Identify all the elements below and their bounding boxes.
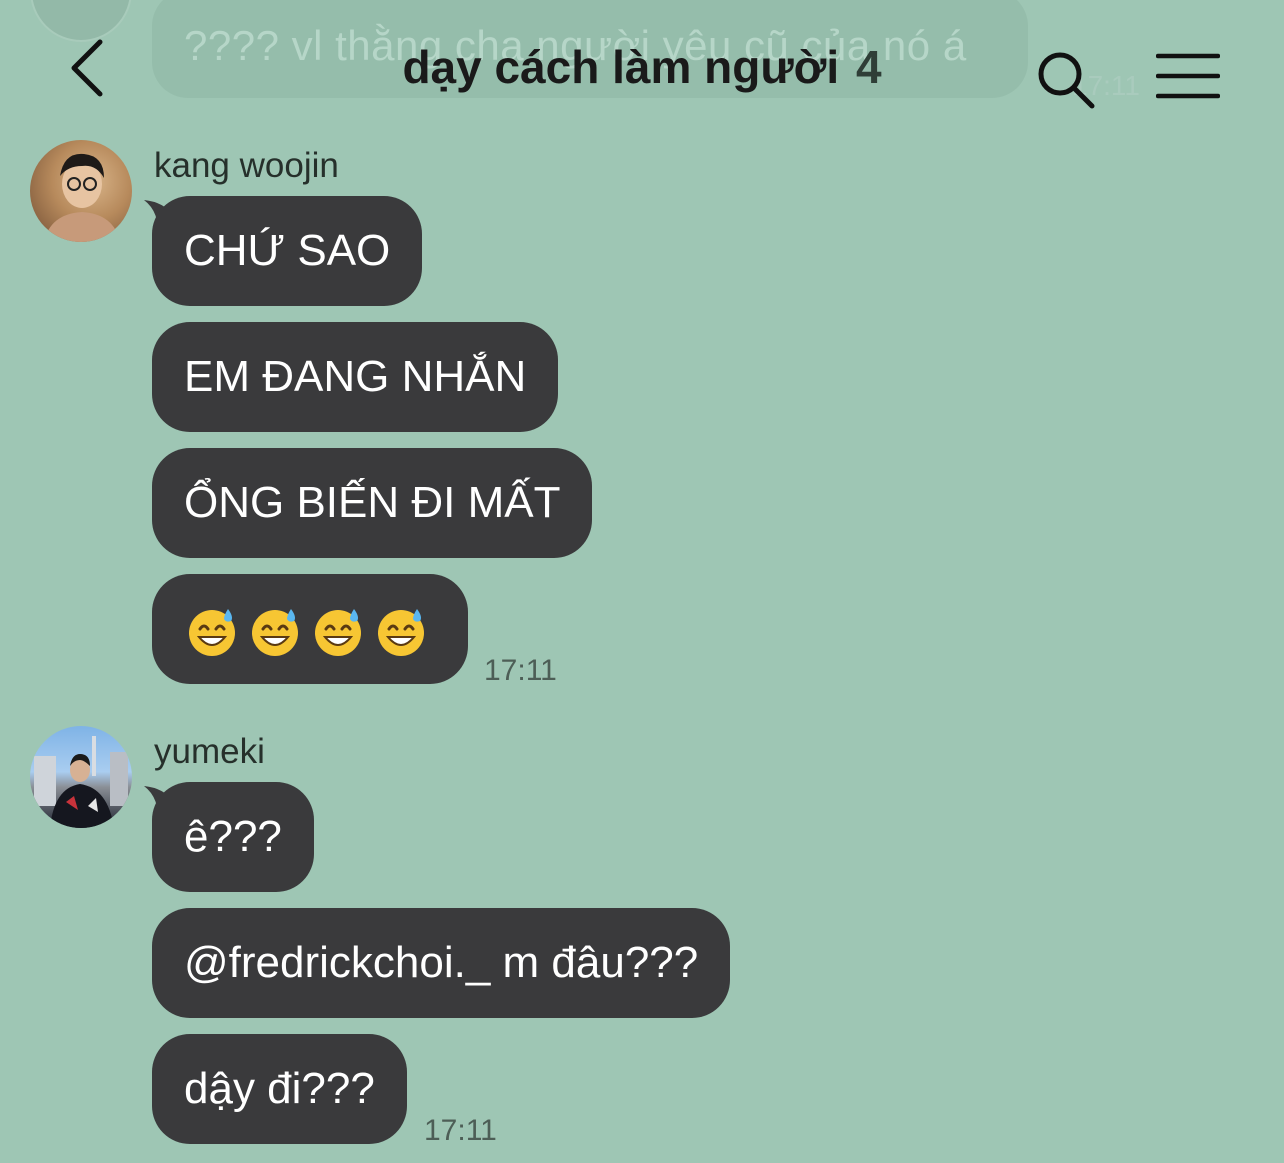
message-time: 17:11 xyxy=(424,1114,497,1147)
message-bubble[interactable]: ê??? xyxy=(152,782,314,892)
chevron-left-icon xyxy=(71,39,103,97)
avatar-kang-woojin[interactable] xyxy=(30,140,132,242)
chat-header: dạy cách làm người 4 xyxy=(0,0,1284,130)
sweat-smile-emoji-icon xyxy=(252,609,298,657)
sweat-smile-emoji-icon xyxy=(378,609,424,657)
message-time: 17:11 xyxy=(484,654,557,687)
message-text: @fredrickchoi._ m đâu??? xyxy=(184,938,699,987)
message-bubble[interactable]: CHỨ SAO xyxy=(152,196,423,306)
message-bubble[interactable]: @fredrickchoi._ m đâu??? xyxy=(152,908,731,1018)
message-bubble[interactable]: ỔNG BIẾN ĐI MẤT xyxy=(152,448,593,558)
avatar-yumeki[interactable] xyxy=(30,726,132,828)
chat-title-text: dạy cách làm người xyxy=(402,41,840,93)
menu-icon xyxy=(1155,53,1221,99)
sender-name: kang woojin xyxy=(154,146,339,185)
person-photo-icon xyxy=(44,153,120,242)
member-count: 4 xyxy=(855,41,882,93)
sweat-smile-emoji-icon xyxy=(189,609,235,657)
message-bubble[interactable]: EM ĐANG NHẮN xyxy=(152,322,559,432)
search-button[interactable] xyxy=(1034,48,1098,112)
sweat-smile-emoji-icon xyxy=(315,609,361,657)
chat-screen: ???? vl thằng cha người yêu cũ của nó á … xyxy=(0,0,1284,1163)
chat-title[interactable]: dạy cách làm người 4 xyxy=(300,40,984,94)
message-text: ỔNG BIẾN ĐI MẤT xyxy=(184,478,561,527)
message-text: dậy đi??? xyxy=(184,1064,375,1113)
message-text: CHỨ SAO xyxy=(184,226,391,275)
message-bubble[interactable]: dậy đi??? xyxy=(152,1034,407,1144)
message-text: ê??? xyxy=(184,812,282,861)
back-button[interactable] xyxy=(64,36,120,100)
message-text: EM ĐANG NHẮN xyxy=(184,352,527,401)
sender-name: yumeki xyxy=(154,732,265,771)
person-photo-icon xyxy=(34,736,128,828)
search-icon xyxy=(1038,52,1095,109)
menu-button[interactable] xyxy=(1155,52,1221,102)
emoji-message-bubble[interactable]: 😅😅😅😅 xyxy=(152,574,468,684)
